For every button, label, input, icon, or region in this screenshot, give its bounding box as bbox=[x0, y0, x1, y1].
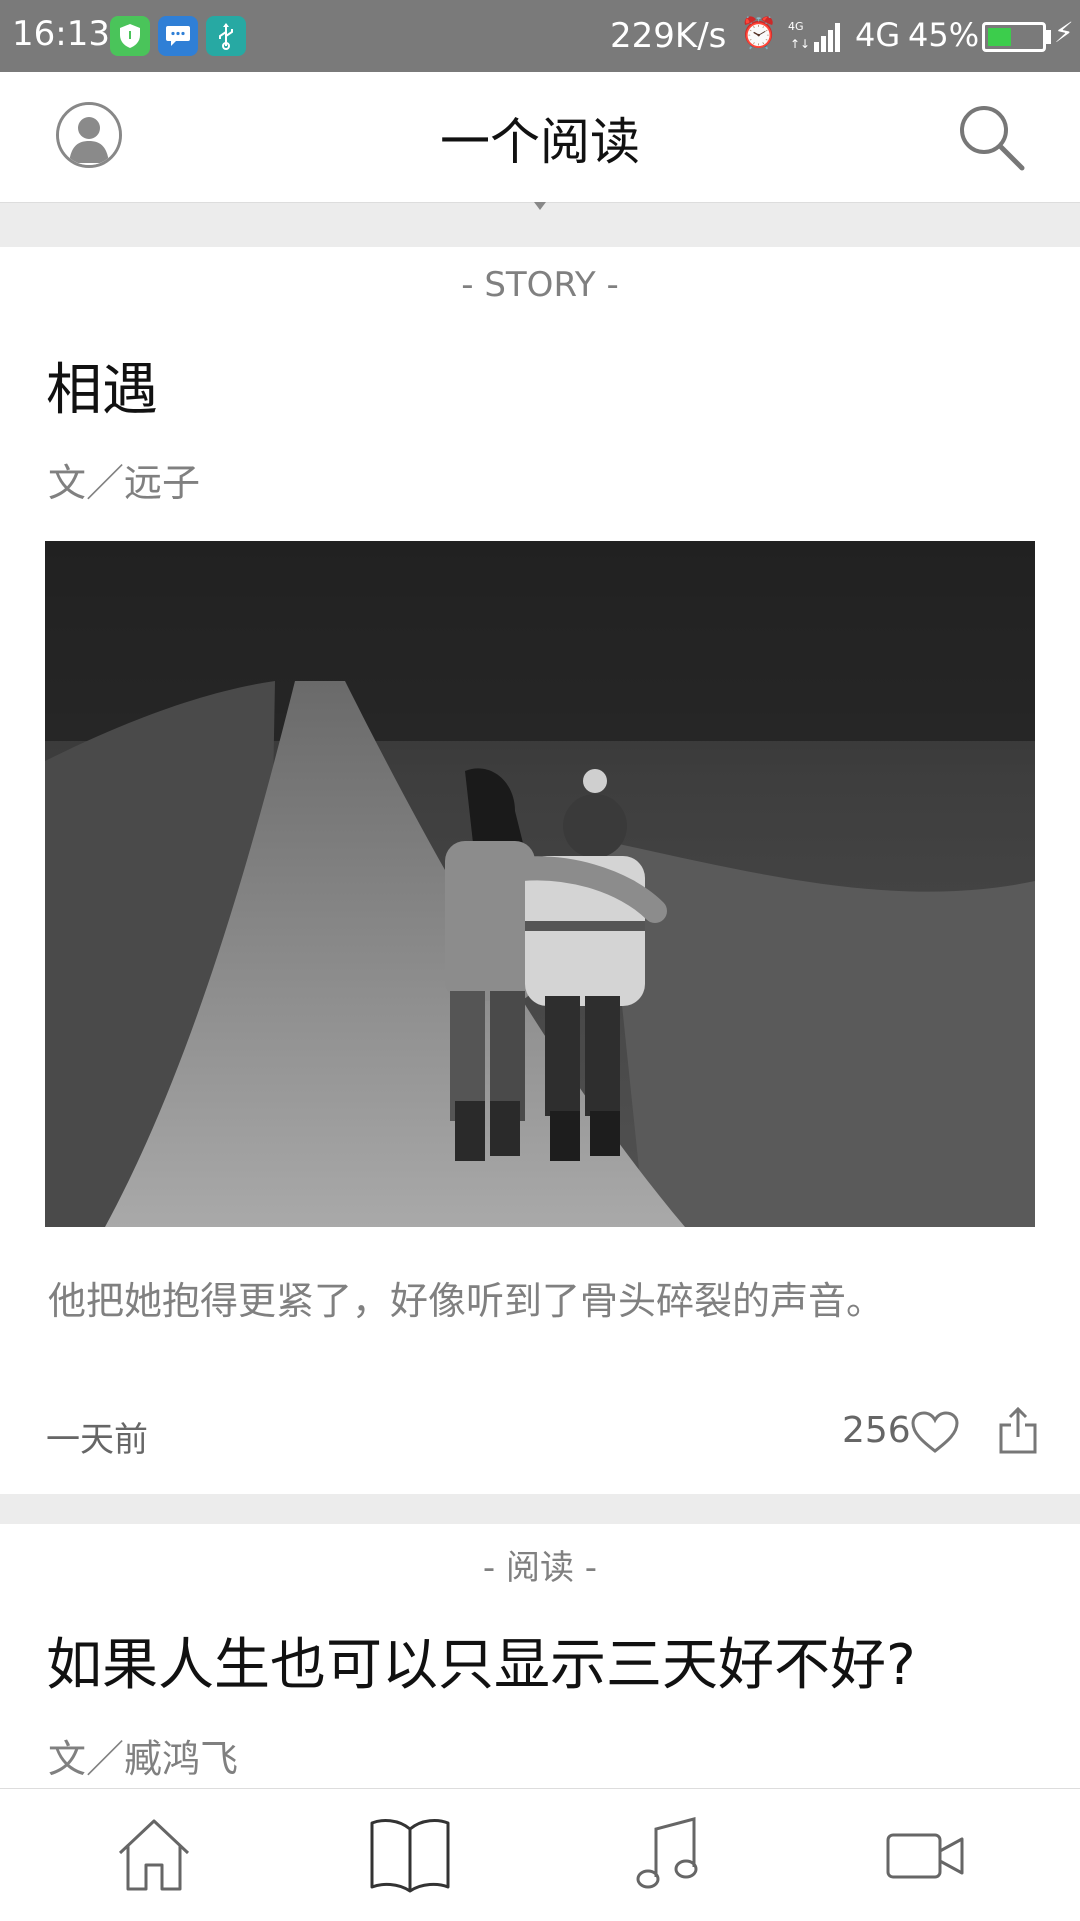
card-category: - 阅读 - bbox=[482, 1548, 598, 1588]
tab-reading[interactable] bbox=[360, 1805, 460, 1905]
shield-app-icon bbox=[110, 16, 150, 56]
book-icon bbox=[370, 1819, 450, 1893]
card-excerpt: 他把她抱得更紧了，好像听到了骨头碎裂的声音。 bbox=[48, 1279, 885, 1323]
music-icon bbox=[636, 1817, 698, 1889]
network-type: 4G bbox=[855, 16, 901, 54]
battery-tip bbox=[1046, 30, 1051, 44]
page-title: 一个阅读 bbox=[440, 113, 640, 171]
card-author: 文／臧鸿飞 bbox=[48, 1737, 239, 1781]
charging-icon: ⚡ bbox=[1054, 16, 1074, 49]
card-category: - STORY - bbox=[461, 265, 619, 305]
tab-home[interactable] bbox=[104, 1805, 204, 1905]
share-icon[interactable] bbox=[998, 1405, 1038, 1455]
heart-icon[interactable] bbox=[910, 1410, 960, 1454]
story-photo[interactable] bbox=[45, 541, 1035, 1227]
story-card[interactable]: - STORY - 相遇 文／远子 他把她抱得更紧了，好像听到了骨头碎裂的声音。… bbox=[0, 247, 1080, 1494]
section-divider bbox=[0, 1494, 1080, 1524]
search-icon[interactable] bbox=[954, 100, 1028, 174]
card-title[interactable]: 相遇 bbox=[46, 345, 158, 426]
reading-card[interactable]: - 阅读 - 如果人生也可以只显示三天好不好? 文／臧鸿飞 bbox=[0, 1524, 1080, 1788]
svg-text:4G: 4G bbox=[788, 20, 804, 33]
battery-percent: 45% bbox=[908, 16, 980, 54]
home-icon bbox=[118, 1819, 190, 1891]
like-count: 256 bbox=[842, 1410, 911, 1451]
usb-icon bbox=[206, 16, 246, 56]
card-time: 一天前 bbox=[46, 1420, 148, 1460]
tab-video[interactable] bbox=[876, 1805, 976, 1905]
status-bar: 16:13 229K/s ⏰ 4G ↑↓ 4G 45% ⚡ bbox=[0, 0, 1080, 72]
message-app-icon bbox=[158, 16, 198, 56]
battery-level bbox=[988, 28, 1011, 46]
signal-icon: 4G ↑↓ bbox=[788, 20, 840, 52]
svg-text:↑↓: ↑↓ bbox=[790, 37, 810, 51]
battery-icon bbox=[982, 22, 1046, 52]
alarm-icon: ⏰ bbox=[740, 16, 778, 51]
video-icon bbox=[886, 1833, 964, 1879]
card-title[interactable]: 如果人生也可以只显示三天好不好? bbox=[46, 1620, 916, 1701]
bottom-tab-bar bbox=[0, 1788, 1080, 1921]
card-author: 文／远子 bbox=[48, 461, 201, 505]
network-speed: 229K/s bbox=[610, 16, 727, 56]
tab-music[interactable] bbox=[620, 1805, 720, 1905]
pull-down-arrow-icon bbox=[534, 202, 546, 210]
status-time: 16:13 bbox=[12, 14, 110, 54]
app-header: 一个阅读 bbox=[0, 72, 1080, 203]
